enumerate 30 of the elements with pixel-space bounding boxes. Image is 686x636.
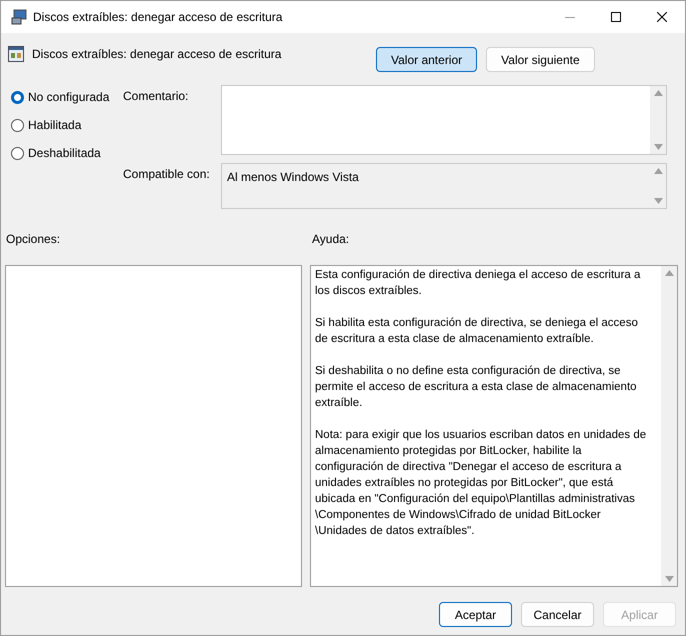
dialog-button[interactable]: Cancelar (521, 602, 594, 627)
setting-title: Discos extraíbles: denegar acceso de escritura (32, 46, 282, 63)
help-paragraph: Si habilita esta configuración de directiva, se deniega el acceso de escritura a esta clase de almacenamiento extraíble. (315, 316, 639, 347)
compatible-value: Al menos Windows Vista (226, 169, 359, 186)
scroll-down-icon[interactable] (654, 144, 662, 150)
scroll-down-icon[interactable] (664, 576, 674, 582)
help-paragraph: Si deshabilita o no define esta configuración de directiva, se permite el acceso de escritura a esta clase de almacenamiento extraíble. (315, 364, 638, 411)
window-title: Discos extraíbles: denegar acceso de escritura (33, 9, 282, 26)
radio-option[interactable]: Deshabilitada (11, 145, 123, 161)
scroll-up-icon[interactable] (654, 90, 662, 96)
maximize-icon (611, 12, 621, 22)
radio-option[interactable]: Habilitada (11, 117, 123, 133)
help-paragraph: Nota: para exigir que los usuarios escriban datos en unidades de almacenamiento protegidas por BitLocker, habilite la configuración de directiva "Denegar el acceso de escritura a unidades extraíbles no protegidas por BitLocker", que está ubicada en "Configuración del equipo\Plantillas administrativas \Componentes de Windows\Cifrado de unidad BitLocker \Unidades de datos extraíbles". (315, 428, 648, 539)
minimize-icon (565, 16, 575, 18)
scroll-down-icon[interactable] (654, 198, 662, 204)
compatible-label: Compatible con: (123, 166, 211, 183)
comment-label: Comentario: (123, 88, 190, 105)
radio-option[interactable]: No configurada (11, 89, 123, 105)
dialog-button[interactable]: Aceptar (439, 602, 512, 627)
help-label: Ayuda: (312, 231, 350, 248)
setting-icon (8, 46, 24, 62)
close-icon (657, 12, 667, 22)
scroll-up-icon[interactable] (664, 270, 674, 276)
nav-button[interactable]: Valor anterior (376, 47, 478, 72)
computer-icon (11, 9, 27, 25)
scroll-up-icon[interactable] (654, 168, 662, 174)
comment-field[interactable] (221, 85, 667, 155)
help-paragraph: Esta configuración de directiva deniega el acceso de escritura a los discos extraíbles. (315, 268, 642, 299)
nav-button[interactable]: Valor siguiente (486, 47, 595, 72)
options-label: Opciones: (6, 231, 62, 248)
